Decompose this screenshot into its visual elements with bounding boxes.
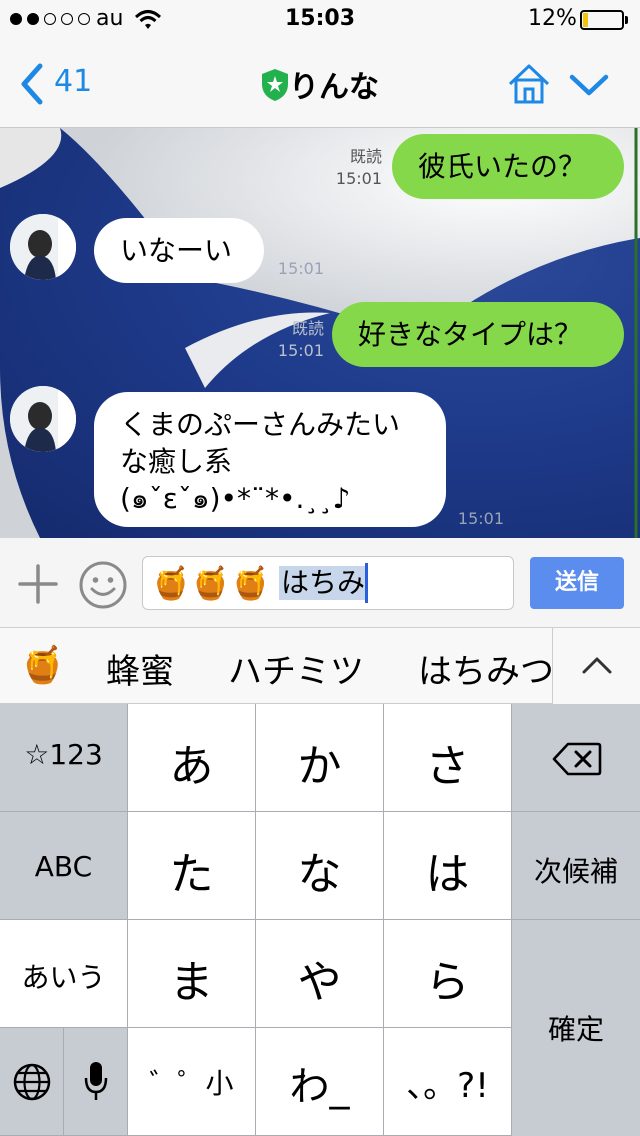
send-button[interactable]: 送信 bbox=[530, 557, 624, 609]
key-abc-mode[interactable]: ABC bbox=[0, 812, 128, 920]
text-cursor bbox=[365, 563, 368, 603]
key-ha[interactable]: は bbox=[384, 812, 512, 920]
key-ka[interactable]: か bbox=[256, 704, 384, 812]
key-next-candidate[interactable]: 次候補 bbox=[512, 812, 640, 920]
read-receipt: 既読 15:01 bbox=[335, 147, 382, 188]
chat-area[interactable]: 既読 15:01 彼氏いたの？ いなーい 15:01 既読 15:01 好きなタイプ… bbox=[0, 128, 640, 538]
key-na[interactable]: な bbox=[256, 812, 384, 920]
battery-nub bbox=[625, 16, 628, 24]
key-punctuation[interactable]: 、。?! bbox=[384, 1028, 512, 1136]
key-ta[interactable]: た bbox=[128, 812, 256, 920]
candidate-kanji[interactable]: 蜂蜜 bbox=[106, 644, 174, 693]
key-ra[interactable]: ら bbox=[384, 920, 512, 1028]
plus-icon[interactable] bbox=[16, 562, 60, 606]
home-icon[interactable] bbox=[506, 62, 552, 106]
candidate-honey-emoji[interactable]: 🍯 bbox=[20, 644, 65, 686]
candidate-hiragana[interactable]: はちみつ bbox=[418, 644, 552, 693]
key-globe[interactable] bbox=[0, 1028, 64, 1136]
read-receipt: 既読 15:01 bbox=[277, 319, 324, 360]
message-bubble-sent[interactable]: 彼氏いたの？ bbox=[392, 134, 624, 199]
message-time: 15:01 bbox=[277, 259, 324, 278]
avatar[interactable] bbox=[10, 214, 76, 280]
candidate-katakana[interactable]: ハチミツ bbox=[228, 644, 364, 693]
key-ma[interactable]: ま bbox=[128, 920, 256, 1028]
microphone-icon bbox=[84, 1062, 108, 1100]
key-sa[interactable]: さ bbox=[384, 704, 512, 812]
chevron-down-icon[interactable] bbox=[568, 72, 610, 98]
composing-text: はちみ bbox=[279, 566, 368, 600]
key-a[interactable]: あ bbox=[128, 704, 256, 812]
message-time: 15:01 bbox=[457, 509, 504, 528]
chevron-up-icon bbox=[582, 657, 612, 674]
battery-percent: 12% bbox=[528, 6, 577, 31]
key-ya[interactable]: や bbox=[256, 920, 384, 1028]
emoji-smiley-icon[interactable] bbox=[78, 560, 128, 610]
key-backspace[interactable] bbox=[512, 704, 640, 812]
message-bubble-received[interactable]: くまのぷーさんみたい な癒し系 (๑ˇεˇ๑)•*¨*•.¸¸♪ bbox=[94, 392, 446, 527]
message-input-field[interactable]: 🍯🍯🍯 はちみ bbox=[142, 556, 514, 610]
key-wa[interactable]: わ_ bbox=[256, 1028, 384, 1136]
keyboard: ☆123 ABC あいう あ か さ た な は ま や ら ゛゜小 わ_ 、。… bbox=[0, 704, 640, 1136]
message-bubble-sent[interactable]: 好きなタイプは？ bbox=[332, 302, 624, 367]
honey-emoji-text: 🍯🍯🍯 bbox=[151, 564, 271, 602]
key-dictation[interactable] bbox=[64, 1028, 128, 1136]
avatar[interactable] bbox=[10, 386, 76, 452]
expand-candidates-button[interactable] bbox=[552, 628, 640, 704]
battery-level bbox=[583, 13, 588, 27]
key-kana-mode[interactable]: あいう bbox=[0, 920, 128, 1028]
key-dakuten-small[interactable]: ゛゜小 bbox=[128, 1028, 256, 1136]
globe-icon bbox=[13, 1063, 51, 1101]
key-number-mode[interactable]: ☆123 bbox=[0, 704, 128, 812]
key-confirm[interactable]: 確定 bbox=[512, 920, 640, 1136]
backspace-icon bbox=[552, 742, 602, 776]
message-bubble-received[interactable]: いなーい bbox=[94, 218, 264, 283]
